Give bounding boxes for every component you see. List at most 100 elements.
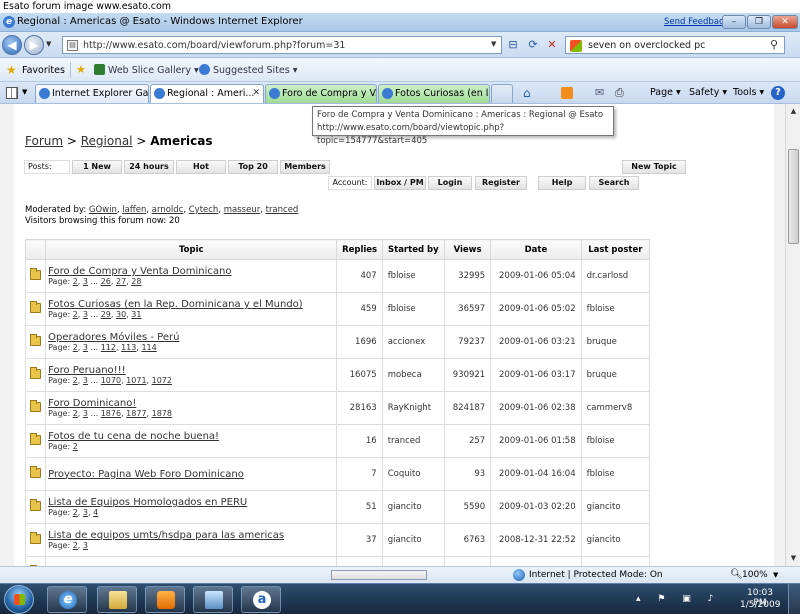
- inbox-pm-button[interactable]: Inbox / PM: [374, 176, 426, 190]
- add-to-favorites-icon[interactable]: ★: [76, 63, 86, 76]
- scroll-down-arrow-icon[interactable]: ▼: [786, 551, 800, 566]
- suggested-sites-link[interactable]: Suggested Sites ▾: [213, 65, 298, 76]
- breadcrumb-regional-link[interactable]: Regional: [81, 134, 133, 148]
- page-menu[interactable]: Page ▾: [650, 87, 681, 98]
- page-link[interactable]: 3: [83, 409, 88, 418]
- taskbar-internet-explorer[interactable]: e: [47, 586, 87, 613]
- register-button[interactable]: Register: [475, 176, 527, 190]
- page-link[interactable]: 2: [73, 541, 78, 550]
- page-link[interactable]: 3: [83, 343, 88, 352]
- favorites-star-icon[interactable]: ★: [6, 63, 17, 77]
- address-input[interactable]: http://www.esato.com/board/viewforum.php…: [83, 40, 345, 51]
- close-window-button[interactable]: ✕: [772, 15, 798, 29]
- feeds-icon[interactable]: [561, 87, 573, 99]
- zoom-magnifier-icon[interactable]: 🔍︎: [730, 569, 743, 580]
- send-feedback-link[interactable]: Send Feedback: [664, 17, 729, 27]
- page-link[interactable]: 112: [101, 343, 116, 352]
- safety-menu[interactable]: Safety ▾: [689, 87, 727, 98]
- new-tab-button[interactable]: [491, 84, 513, 103]
- web-slice-gallery-link[interactable]: Web Slice Gallery ▾: [108, 65, 199, 76]
- topic-link[interactable]: Lista de Equipos Homologados en PERU: [46, 497, 336, 508]
- maximize-button[interactable]: ❐: [747, 15, 771, 29]
- page-link[interactable]: 2: [73, 376, 78, 385]
- zoom-chevron-icon[interactable]: ▼: [773, 571, 778, 579]
- recent-pages-chevron-icon[interactable]: ▼: [46, 40, 51, 48]
- page-link[interactable]: 28: [131, 277, 141, 286]
- topic-link[interactable]: Proyecto: Pagina Web Foro Dominicano: [46, 469, 336, 480]
- moderator-link[interactable]: tranced: [266, 205, 299, 215]
- page-link[interactable]: 114: [141, 343, 156, 352]
- page-link[interactable]: 30: [116, 310, 126, 319]
- page-link[interactable]: 3: [83, 541, 88, 550]
- taskbar-network[interactable]: [193, 586, 233, 613]
- new-topic-button[interactable]: New Topic: [622, 160, 686, 174]
- zoom-level[interactable]: 100%: [742, 570, 768, 580]
- page-link[interactable]: 3: [83, 310, 88, 319]
- 24-hours-button[interactable]: 24 hours: [124, 160, 174, 174]
- new-posts-button[interactable]: 1 New: [72, 160, 122, 174]
- help-button[interactable]: Help: [538, 176, 586, 190]
- topic-link[interactable]: Foro Peruano!!!: [46, 365, 336, 376]
- close-tab-icon[interactable]: ✕: [252, 85, 260, 102]
- minimize-button[interactable]: –: [722, 15, 746, 29]
- start-orb-icon[interactable]: [4, 585, 34, 614]
- breadcrumb-forum-link[interactable]: Forum: [25, 134, 63, 148]
- vertical-scrollbar[interactable]: ▲ ▼: [785, 104, 800, 566]
- page-link[interactable]: 3: [83, 376, 88, 385]
- address-dropdown-chevron-icon[interactable]: ▼: [491, 40, 496, 48]
- clock-date[interactable]: 1/5/2009: [740, 600, 780, 610]
- top-20-button[interactable]: Top 20: [228, 160, 278, 174]
- home-icon[interactable]: ⌂: [523, 86, 531, 100]
- page-link[interactable]: 1072: [152, 376, 172, 385]
- page-link[interactable]: 2: [73, 442, 78, 451]
- page-link[interactable]: 2: [73, 508, 78, 517]
- tab-regional-americas[interactable]: Regional : Ameri... ✕: [150, 84, 264, 103]
- page-link[interactable]: 2: [73, 343, 78, 352]
- page-link[interactable]: 26: [101, 277, 111, 286]
- page-link[interactable]: 1878: [152, 409, 172, 418]
- help-icon[interactable]: ?: [771, 86, 785, 100]
- tab-list-chevron-icon[interactable]: ▼: [22, 88, 27, 96]
- moderator-link[interactable]: Cytech: [189, 205, 219, 215]
- scroll-up-arrow-icon[interactable]: ▲: [786, 104, 800, 119]
- topic-link[interactable]: Fotos Curiosas (en la Rep. Dominicana y …: [46, 299, 336, 310]
- security-zone-text[interactable]: Internet | Protected Mode: On: [529, 570, 663, 580]
- address-bar[interactable]: ▤ http://www.esato.com/board/viewforum.p…: [62, 36, 502, 54]
- refresh-icon[interactable]: ⟳: [525, 37, 541, 53]
- page-link[interactable]: 27: [116, 277, 126, 286]
- page-link[interactable]: 1071: [126, 376, 146, 385]
- page-link[interactable]: 31: [131, 310, 141, 319]
- print-icon[interactable]: ⎙: [615, 86, 624, 100]
- moderator-link[interactable]: masseur: [224, 205, 260, 215]
- topic-link[interactable]: Foro Dominicano!: [46, 398, 336, 409]
- tab-foro-compra[interactable]: Foro de Compra y V...: [265, 84, 377, 103]
- scroll-thumb[interactable]: [788, 149, 799, 244]
- page-link[interactable]: 2: [73, 310, 78, 319]
- stop-icon[interactable]: ✕: [544, 37, 560, 53]
- system-tray-icons[interactable]: ▴ ⚑ ▣ ♪: [636, 594, 720, 604]
- back-button[interactable]: ◀: [2, 35, 22, 55]
- moderator-link[interactable]: laffen: [122, 205, 146, 215]
- page-link[interactable]: 1876: [101, 409, 121, 418]
- hot-button[interactable]: Hot: [176, 160, 226, 174]
- search-button[interactable]: Search: [589, 176, 639, 190]
- taskbar-app[interactable]: a: [241, 586, 281, 613]
- topic-link[interactable]: Foro de Compra y Venta Dominicano: [46, 266, 336, 277]
- search-box[interactable]: seven on overclocked pc: [565, 36, 785, 54]
- members-button[interactable]: Members: [280, 160, 330, 174]
- quick-tabs-icon[interactable]: [6, 87, 18, 99]
- page-link[interactable]: 29: [101, 310, 111, 319]
- page-link[interactable]: 2: [73, 409, 78, 418]
- page-link[interactable]: 1877: [126, 409, 146, 418]
- login-button[interactable]: Login: [428, 176, 472, 190]
- topic-link[interactable]: Operadores Móviles - Perú: [46, 332, 336, 343]
- page-link[interactable]: 113: [121, 343, 136, 352]
- search-icon[interactable]: ⚲: [770, 38, 778, 51]
- moderator-link[interactable]: GOwin: [89, 205, 117, 215]
- show-desktop-button[interactable]: [788, 584, 800, 614]
- moderator-link[interactable]: arnoldc: [152, 205, 184, 215]
- topic-link[interactable]: Lista de equipos umts/hsdpa para las ame…: [46, 530, 336, 541]
- favorites-button[interactable]: Favorites: [22, 65, 65, 76]
- search-input[interactable]: seven on overclocked pc: [588, 40, 705, 51]
- page-link[interactable]: 3: [83, 508, 88, 517]
